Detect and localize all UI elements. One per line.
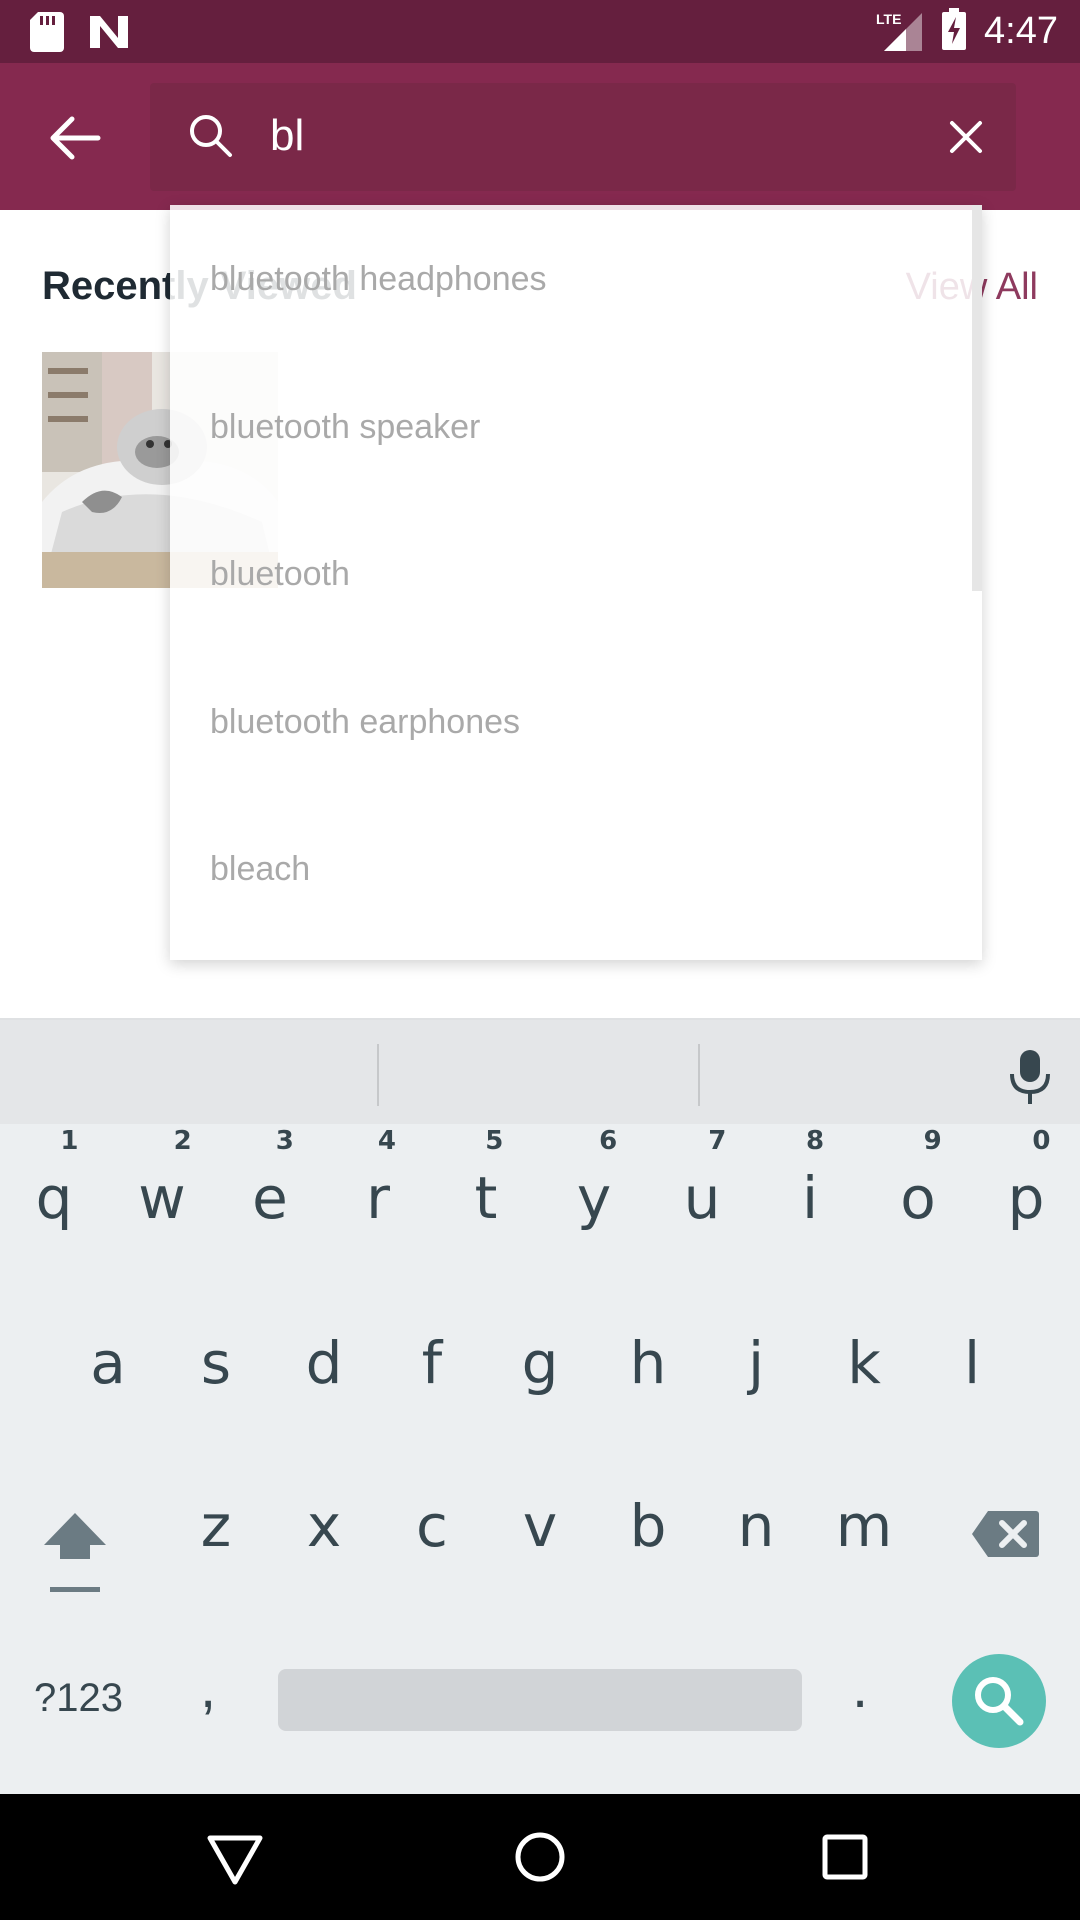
keyboard-suggestion-strip [0,1018,1080,1124]
key-d[interactable]: d [270,1329,378,1397]
key-l[interactable]: l [918,1329,1026,1397]
key-k[interactable]: k [810,1329,918,1397]
search-box [150,83,1016,191]
search-icon [975,1677,1024,1726]
period-key[interactable]: . [852,1654,868,1721]
navigation-bar [0,1794,1080,1920]
key-v[interactable]: v [486,1492,594,1560]
nav-recents-button[interactable] [810,1822,880,1892]
key-n[interactable]: n [702,1492,810,1560]
key-p[interactable]: p0 [972,1126,1080,1232]
strip-divider [377,1044,379,1106]
key-x[interactable]: x [270,1492,378,1560]
key-number-hint: 1 [60,1126,79,1156]
key-number-hint: 7 [708,1126,727,1156]
space-bar[interactable] [278,1669,802,1731]
suggestion-item[interactable]: bluetooth earphones [210,703,520,742]
backspace-icon [972,1511,1039,1557]
key-number-hint: 8 [805,1126,825,1156]
symbols-key[interactable]: ?123 [34,1676,123,1721]
backspace-key[interactable] [970,1509,1040,1559]
circle-home-icon [515,1832,565,1882]
app-bar [0,63,1080,210]
nav-home-button[interactable] [505,1822,575,1892]
strip-divider [698,1044,700,1106]
comma-key[interactable]: , [200,1654,216,1721]
key-number-hint: 9 [923,1126,942,1156]
key-number-hint: 6 [599,1126,618,1156]
key-number-hint: 4 [377,1126,396,1156]
key-c[interactable]: c [378,1492,486,1560]
key-g[interactable]: g [486,1329,594,1397]
key-e[interactable]: e3 [216,1126,324,1232]
suggestion-item[interactable]: bluetooth speaker [210,408,480,447]
key-o[interactable]: o9 [864,1126,972,1232]
search-suggestions-dropdown: bluetooth headphones bluetooth speaker b… [170,205,982,960]
key-z[interactable]: z [162,1492,270,1560]
battery-charging-icon [942,8,967,55]
notification-n-icon [88,12,130,57]
key-number-hint: 3 [275,1126,294,1156]
suggestions-scrollbar[interactable] [972,205,982,591]
key-h[interactable]: h [594,1329,702,1397]
key-y[interactable]: y6 [540,1126,648,1232]
key-letter: q [35,1164,73,1232]
clock: 4:47 [984,10,1058,52]
key-s[interactable]: s [162,1329,270,1397]
key-i[interactable]: i8 [756,1126,864,1232]
arrow-left-icon [50,116,101,160]
key-r[interactable]: r4 [324,1126,432,1232]
nav-back-button[interactable] [200,1822,270,1892]
soft-keyboard: q1w2e3r4t5y6u7i8o9p0 asdfghjkl zxcvbnm ?… [0,1124,1080,1794]
key-letter: r [366,1164,390,1232]
suggestion-item[interactable]: bluetooth headphones [210,260,547,299]
back-button[interactable] [40,103,110,173]
key-letter: w [138,1164,186,1232]
key-w[interactable]: w2 [108,1126,216,1232]
shift-arrow-icon [44,1513,106,1592]
key-letter: y [576,1164,612,1232]
key-letter: u [683,1164,721,1232]
status-bar: LTE 4:47 [0,0,1080,63]
square-recents-icon [822,1834,868,1880]
key-number-hint: 2 [173,1126,192,1156]
triangle-back-icon [207,1835,263,1885]
key-f[interactable]: f [378,1329,486,1397]
key-letter: o [900,1164,936,1232]
key-letter: i [801,1164,819,1232]
keyboard-search-key[interactable] [952,1654,1046,1748]
key-m[interactable]: m [810,1492,918,1560]
key-letter: p [1007,1164,1045,1232]
key-t[interactable]: t5 [432,1126,540,1232]
key-number-hint: 0 [1032,1126,1051,1156]
key-b[interactable]: b [594,1492,702,1560]
key-j[interactable]: j [702,1329,810,1397]
key-q[interactable]: q1 [0,1126,108,1232]
microphone-icon[interactable] [1008,1048,1052,1106]
key-letter: t [474,1164,498,1232]
suggestion-item[interactable]: bleach [210,850,310,889]
key-u[interactable]: u7 [648,1126,756,1232]
key-number-hint: 5 [485,1126,504,1156]
clear-search-button[interactable] [938,109,994,165]
close-icon [950,121,982,153]
shift-key[interactable] [40,1509,110,1595]
lte-signal-icon: LTE [876,11,924,53]
key-a[interactable]: a [54,1329,162,1397]
suggestion-item[interactable]: bluetooth [210,555,350,594]
search-icon [186,111,236,161]
sd-card-icon [30,12,64,57]
key-letter: e [252,1164,288,1232]
search-input[interactable] [270,101,870,171]
